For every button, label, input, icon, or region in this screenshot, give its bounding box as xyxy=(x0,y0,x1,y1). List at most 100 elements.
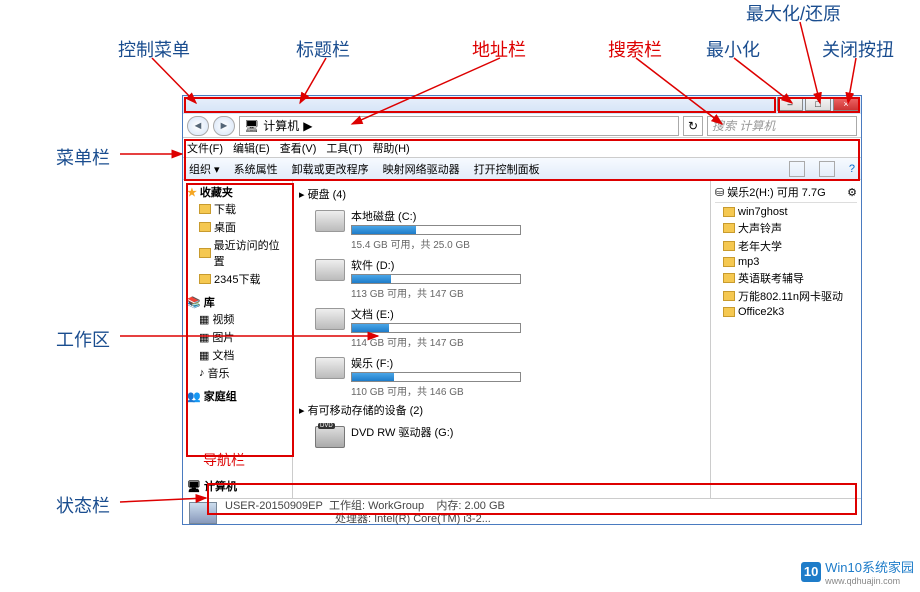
drive-icon xyxy=(315,210,345,232)
menu-help[interactable]: 帮助(H) xyxy=(372,140,409,156)
status-bar: USER-20150909EP 工作组: WorkGroup 内存: 2.00 … xyxy=(183,498,861,526)
menu-tools[interactable]: 工具(T) xyxy=(326,140,362,156)
document-icon: ▦ xyxy=(199,349,209,362)
cmd-organize[interactable]: 组织 ▾ xyxy=(189,161,220,177)
star-icon: ★ xyxy=(187,186,197,199)
nav-pictures[interactable]: ▦图片 xyxy=(187,328,288,346)
status-text: USER-20150909EP 工作组: WorkGroup 内存: 2.00 … xyxy=(225,500,505,526)
folder-icon xyxy=(723,307,735,317)
drive-2[interactable]: 文档 (E:) 114 GB 可用，共 147 GB xyxy=(299,302,704,351)
rp-item-0[interactable]: win7ghost xyxy=(715,205,857,219)
cmd-system-properties[interactable]: 系统属性 xyxy=(234,161,278,177)
drive-bar xyxy=(351,225,521,235)
gear-icon[interactable]: ⚙ xyxy=(847,186,857,199)
music-icon: ♪ xyxy=(199,367,205,379)
drive-1[interactable]: 软件 (D:) 113 GB 可用，共 147 GB xyxy=(299,253,704,302)
nav-homegroup[interactable]: 家庭组 xyxy=(204,388,237,404)
rp-item-3[interactable]: mp3 xyxy=(715,255,857,269)
nav-desktop[interactable]: 桌面 xyxy=(187,218,288,236)
watermark-icon: 10 xyxy=(801,562,821,582)
rp-item-4[interactable]: 英语联考辅导 xyxy=(715,269,857,287)
computer-icon: 🖥 xyxy=(244,119,259,133)
anno-control-menu: 控制菜单 xyxy=(118,36,190,62)
nav-documents[interactable]: ▦文档 xyxy=(187,346,288,364)
nav-music[interactable]: ♪音乐 xyxy=(187,364,288,382)
folder-icon xyxy=(723,207,735,217)
menu-file[interactable]: 文件(F) xyxy=(187,140,223,156)
drive-name: 软件 (D:) xyxy=(351,257,704,273)
drives-header[interactable]: ▸ 硬盘 (4) xyxy=(299,184,704,204)
homegroup-icon: 👥 xyxy=(187,390,201,403)
folder-icon xyxy=(723,257,735,267)
view-mode-icon[interactable] xyxy=(789,161,805,177)
folder-icon xyxy=(723,273,735,283)
title-bar[interactable]: – □ × xyxy=(183,96,861,114)
folder-icon xyxy=(199,248,211,258)
cmd-control-panel[interactable]: 打开控制面板 xyxy=(474,161,540,177)
rp-item-5[interactable]: 万能802.11n网卡驱动 xyxy=(715,287,857,305)
nav-downloads[interactable]: 下载 xyxy=(187,200,288,218)
drive-icon xyxy=(315,259,345,281)
nav-bar: ◄ ► 🖥 计算机 ▶ ↻ 搜索 计算机 xyxy=(183,114,861,138)
anno-work-area: 工作区 xyxy=(56,326,110,352)
nav-computer[interactable]: 计算机 xyxy=(204,478,237,494)
watermark: 10 Win10系统家园www.qdhuajin.com xyxy=(801,557,914,586)
anno-close: 关闭按扭 xyxy=(822,36,894,62)
drive-icon xyxy=(315,308,345,330)
drive-name: 娱乐 (F:) xyxy=(351,355,704,371)
nav-caption: 导航栏 xyxy=(203,450,245,470)
address-bar[interactable]: 🖥 计算机 ▶ xyxy=(239,116,679,136)
rp-item-6[interactable]: Office2k3 xyxy=(715,305,857,319)
maximize-button[interactable]: □ xyxy=(805,97,831,111)
nav-favorites[interactable]: 收藏夹 xyxy=(200,184,233,200)
folder-icon xyxy=(199,222,211,232)
drive-bar xyxy=(351,274,521,284)
picture-icon: ▦ xyxy=(199,331,209,344)
refresh-button[interactable]: ↻ xyxy=(683,116,703,136)
rp-item-1[interactable]: 大声铃声 xyxy=(715,219,857,237)
folder-icon xyxy=(723,241,735,251)
navigation-pane: ★收藏夹 下载 桌面 最近访问的位置 2345下载 📚库 ▦视频 ▦图片 ▦文档… xyxy=(183,180,293,498)
nav-recent[interactable]: 最近访问的位置 xyxy=(187,236,288,270)
nav-videos[interactable]: ▦视频 xyxy=(187,310,288,328)
folder-icon xyxy=(199,204,211,214)
drive-name: 文档 (E:) xyxy=(351,306,704,322)
drive-3[interactable]: 娱乐 (F:)110 GB 可用，共 146 GB xyxy=(299,351,704,400)
anno-status-bar: 状态栏 xyxy=(56,492,110,518)
computer-icon xyxy=(189,502,217,524)
address-crumb[interactable]: 计算机 xyxy=(263,117,299,134)
menu-bar: 文件(F) 编辑(E) 查看(V) 工具(T) 帮助(H) xyxy=(183,138,861,158)
drive-free: 113 GB 可用，共 147 GB xyxy=(351,285,704,300)
command-bar: 组织 ▾ 系统属性 卸载或更改程序 映射网络驱动器 打开控制面板 ? xyxy=(183,158,861,180)
menu-view[interactable]: 查看(V) xyxy=(280,140,317,156)
anno-address-bar: 地址栏 xyxy=(472,36,526,62)
breadcrumb-sep-icon[interactable]: ▶ xyxy=(303,119,312,133)
cmd-map-network[interactable]: 映射网络驱动器 xyxy=(383,161,460,177)
nav-libraries[interactable]: 库 xyxy=(204,294,215,310)
anno-max-restore: 最大化/还原 xyxy=(746,0,841,26)
help-icon[interactable]: ? xyxy=(849,163,855,175)
drive-dvd[interactable]: DVD RW 驱动器 (G:) xyxy=(299,420,704,450)
removable-header[interactable]: ▸ 有可移动存储的设备 (2) xyxy=(299,400,704,420)
computer-icon: 🖥 xyxy=(187,480,201,493)
drive-free: 114 GB 可用，共 147 GB xyxy=(351,334,704,349)
anno-minimize: 最小化 xyxy=(706,36,760,62)
folder-icon xyxy=(199,274,211,284)
minimize-button[interactable]: – xyxy=(777,97,803,111)
rp-header: 娱乐2(H:) 可用 7.7G xyxy=(727,184,825,200)
drive-0[interactable]: 本地磁盘 (C:)15.4 GB 可用，共 25.0 GB xyxy=(299,204,704,253)
folder-icon xyxy=(723,223,735,233)
back-button[interactable]: ◄ xyxy=(187,116,209,136)
cmd-uninstall[interactable]: 卸载或更改程序 xyxy=(292,161,369,177)
menu-edit[interactable]: 编辑(E) xyxy=(233,140,270,156)
drive-bar xyxy=(351,372,521,382)
preview-pane-icon[interactable] xyxy=(819,161,835,177)
forward-button[interactable]: ► xyxy=(213,116,235,136)
preview-pane: ⛁娱乐2(H:) 可用 7.7G⚙ win7ghost大声铃声老年大学mp3英语… xyxy=(711,180,861,498)
search-input[interactable]: 搜索 计算机 xyxy=(707,116,857,136)
nav-2345[interactable]: 2345下载 xyxy=(187,270,288,288)
anno-search-bar: 搜索栏 xyxy=(608,36,662,62)
video-icon: ▦ xyxy=(199,313,209,326)
rp-item-2[interactable]: 老年大学 xyxy=(715,237,857,255)
close-button[interactable]: × xyxy=(833,97,859,111)
